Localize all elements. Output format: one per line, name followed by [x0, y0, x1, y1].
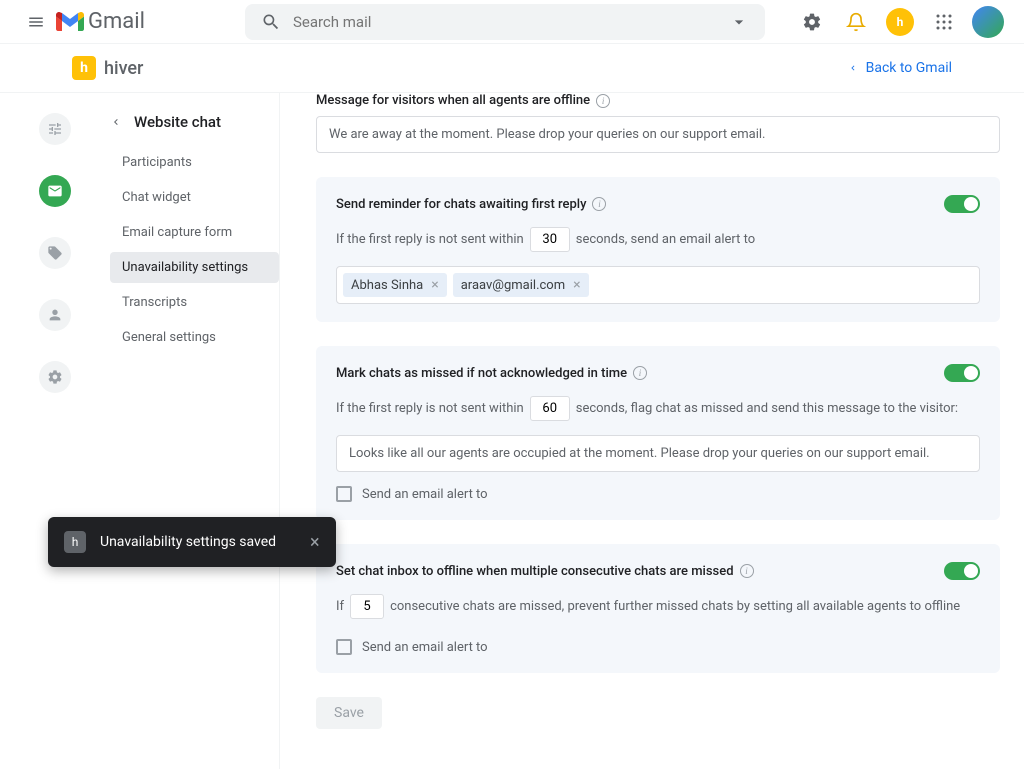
content: Message for visitors when all agents are… [280, 93, 1024, 769]
hiver-logo[interactable]: h hiver [72, 56, 143, 80]
missed-email-alert-label: Send an email alert to [362, 487, 488, 502]
rail-item-inbox[interactable] [39, 175, 71, 207]
back-link-label: Back to Gmail [866, 60, 952, 76]
toast-message: Unavailability settings saved [100, 534, 276, 550]
gmail-text: Gmail [88, 9, 145, 34]
account-button[interactable] [968, 2, 1008, 42]
missed-seconds-input[interactable] [530, 396, 570, 421]
offline-auto-count-input[interactable] [350, 594, 384, 619]
offline-auto-email-alert-label: Send an email alert to [362, 640, 488, 655]
save-button[interactable]: Save [316, 697, 382, 729]
back-to-gmail-link[interactable]: Back to Gmail [848, 60, 952, 76]
hiver-badge-icon: h [886, 8, 914, 36]
search-options-icon[interactable] [729, 12, 749, 32]
reminder-seconds-input[interactable] [530, 227, 570, 252]
tag-icon [47, 245, 63, 261]
toast: h Unavailability settings saved × [48, 517, 336, 567]
chevron-left-icon [848, 63, 858, 73]
missed-toggle[interactable] [944, 364, 980, 382]
missed-message-input[interactable] [336, 435, 980, 472]
sidebar-item-unavailability[interactable]: Unavailability settings [110, 252, 279, 283]
rail-item-user[interactable] [39, 299, 71, 331]
settings-button[interactable] [792, 2, 832, 42]
gear-icon [802, 12, 822, 32]
offline-auto-email-alert-checkbox[interactable] [336, 639, 352, 655]
avatar [972, 6, 1004, 38]
reminder-recipients[interactable]: Abhas Sinha × araav@gmail.com × [336, 266, 980, 304]
offline-message-input[interactable] [316, 116, 1000, 153]
sidebar-item-participants[interactable]: Participants [110, 147, 279, 178]
mail-icon [47, 183, 63, 199]
hiver-bar: h hiver Back to Gmail [0, 44, 1024, 93]
chip-remove[interactable]: × [573, 277, 580, 293]
gmail-header: Gmail h [0, 0, 1024, 44]
offline-message-label: Message for visitors when all agents are… [316, 93, 1000, 108]
sidebar-item-transcripts[interactable]: Transcripts [110, 287, 279, 318]
hamburger-icon [27, 13, 45, 31]
gmail-logo[interactable]: Gmail [56, 9, 145, 34]
rail-item-tune[interactable] [39, 113, 71, 145]
chevron-left-icon[interactable] [110, 116, 122, 128]
toast-close-button[interactable]: × [310, 532, 320, 553]
main-menu-button[interactable] [16, 2, 56, 42]
search-bar[interactable] [245, 4, 765, 40]
gmail-m-icon [56, 11, 84, 33]
notifications-button[interactable] [836, 2, 876, 42]
missed-email-alert-checkbox[interactable] [336, 486, 352, 502]
sidebar-item-email-capture[interactable]: Email capture form [110, 217, 279, 248]
sidebar-item-general[interactable]: General settings [110, 322, 279, 353]
sliders-icon [47, 121, 63, 137]
gear-icon [47, 369, 63, 385]
apps-button[interactable] [924, 2, 964, 42]
info-icon[interactable]: i [633, 366, 647, 380]
rail-item-tag[interactable] [39, 237, 71, 269]
recipient-chip: Abhas Sinha × [343, 273, 447, 297]
hiver-logo-text: hiver [104, 58, 143, 79]
sidebar-item-chat-widget[interactable]: Chat widget [110, 182, 279, 213]
info-icon[interactable]: i [592, 197, 606, 211]
reminder-title: Send reminder for chats awaiting first r… [336, 197, 586, 212]
search-input[interactable] [293, 13, 729, 31]
missed-title: Mark chats as missed if not acknowledged… [336, 366, 627, 381]
icon-rail [0, 93, 110, 769]
offline-auto-toggle[interactable] [944, 562, 980, 580]
person-icon [47, 307, 63, 323]
missed-card: Mark chats as missed if not acknowledged… [316, 346, 1000, 520]
search-icon [261, 12, 281, 32]
chip-remove[interactable]: × [431, 277, 438, 293]
reminder-toggle[interactable] [944, 195, 980, 213]
info-icon[interactable]: i [740, 564, 754, 578]
sidebar: Website chat Participants Chat widget Em… [110, 93, 280, 769]
offline-auto-title: Set chat inbox to offline when multiple … [336, 564, 734, 579]
recipient-chip: araav@gmail.com × [453, 273, 589, 297]
offline-auto-card: Set chat inbox to offline when multiple … [316, 544, 1000, 673]
hiver-toast-icon: h [64, 531, 86, 553]
hiver-logo-icon: h [72, 56, 96, 80]
bell-icon [846, 12, 866, 32]
hiver-header-badge[interactable]: h [880, 2, 920, 42]
rail-item-settings[interactable] [39, 361, 71, 393]
info-icon[interactable]: i [596, 94, 610, 108]
sidebar-title: Website chat [134, 113, 221, 131]
apps-grid-icon [935, 13, 953, 31]
reminder-card: Send reminder for chats awaiting first r… [316, 177, 1000, 322]
